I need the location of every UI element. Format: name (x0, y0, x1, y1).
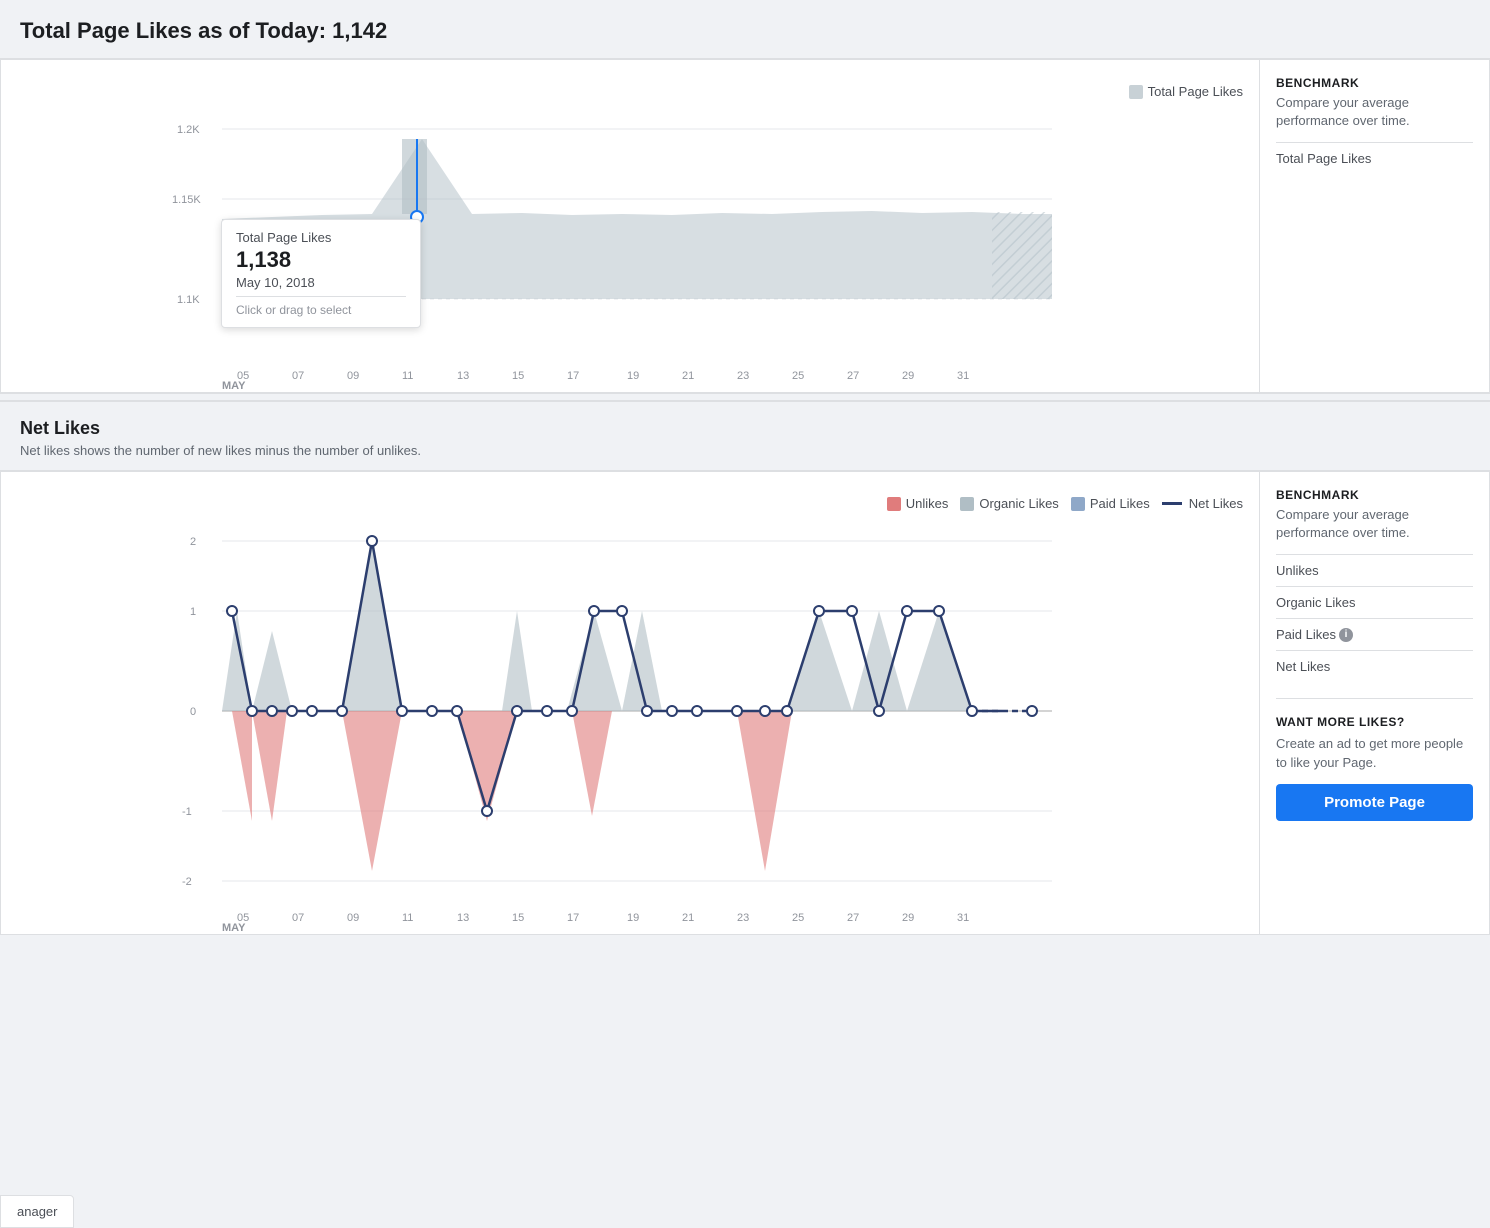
net-likes-svg[interactable]: 2 1 0 -1 -2 05 07 09 11 13 15 17 19 21 2… (1, 511, 1243, 931)
legend-paid-likes: Paid Likes (1071, 496, 1150, 511)
svg-text:21: 21 (682, 912, 694, 924)
svg-text:11: 11 (402, 912, 413, 924)
page-title: Total Page Likes as of Today: 1,142 (20, 18, 1470, 44)
svg-text:07: 07 (292, 370, 304, 382)
total-likes-svg-wrapper[interactable]: 1.2K 1.15K 1.1K 05 07 09 11 13 15 17 19 … (1, 99, 1243, 392)
promote-description: Create an ad to get more people to like … (1276, 735, 1473, 771)
svg-text:23: 23 (737, 370, 749, 382)
net-likes-section: Unlikes Organic Likes Paid Likes Net Lik… (0, 471, 1490, 935)
legend-unlikes: Unlikes (887, 496, 949, 511)
benchmark2-link-unlikes[interactable]: Unlikes (1276, 554, 1473, 586)
svg-text:25: 25 (792, 370, 804, 382)
svg-text:25: 25 (792, 912, 804, 924)
svg-text:09: 09 (347, 370, 359, 382)
svg-text:23: 23 (737, 912, 749, 924)
chart2-legend: Unlikes Organic Likes Paid Likes Net Lik… (1, 488, 1243, 511)
svg-text:0: 0 (190, 706, 196, 718)
benchmark2-title: BENCHMARK (1276, 488, 1473, 502)
benchmark1-sidebar: BENCHMARK Compare your average performan… (1259, 60, 1489, 392)
benchmark2-link-net-likes[interactable]: Net Likes (1276, 650, 1473, 682)
svg-text:15: 15 (512, 370, 524, 382)
svg-text:2: 2 (190, 536, 196, 548)
svg-text:1.15K: 1.15K (172, 194, 201, 206)
net-likes-chart-area[interactable]: Unlikes Organic Likes Paid Likes Net Lik… (1, 472, 1259, 934)
legend-label-net: Net Likes (1189, 496, 1243, 511)
section-divider (0, 393, 1490, 401)
benchmark2-sidebar: BENCHMARK Compare your average performan… (1259, 472, 1489, 934)
svg-text:13: 13 (457, 912, 469, 924)
benchmark1-desc: Compare your average performance over ti… (1276, 94, 1473, 130)
legend-label-organic: Organic Likes (979, 496, 1058, 511)
svg-text:MAY: MAY (222, 380, 246, 389)
svg-text:07: 07 (292, 912, 304, 924)
net-likes-svg-wrapper[interactable]: 2 1 0 -1 -2 05 07 09 11 13 15 17 19 21 2… (1, 511, 1243, 934)
paid-likes-info-icon[interactable]: i (1339, 628, 1353, 642)
total-likes-section: Total Page Likes 1.2K 1.15K 1.1K 05 07 (0, 59, 1490, 393)
promote-title: WANT MORE LIKES? (1276, 715, 1473, 729)
benchmark1-title: BENCHMARK (1276, 76, 1473, 90)
svg-text:31: 31 (957, 912, 969, 924)
svg-text:-2: -2 (182, 876, 192, 888)
svg-text:15: 15 (512, 912, 524, 924)
svg-text:1.2K: 1.2K (177, 124, 200, 136)
total-likes-svg[interactable]: 1.2K 1.15K 1.1K 05 07 09 11 13 15 17 19 … (1, 99, 1243, 389)
svg-text:13: 13 (457, 370, 469, 382)
svg-text:09: 09 (347, 912, 359, 924)
chart1-legend: Total Page Likes (1, 76, 1243, 99)
legend-swatch-total (1129, 85, 1143, 99)
legend-line-net (1162, 502, 1182, 505)
net-likes-title: Net Likes (20, 418, 1470, 439)
legend-swatch-paid (1071, 497, 1085, 511)
legend-swatch-organic (960, 497, 974, 511)
svg-text:-1: -1 (182, 806, 192, 818)
svg-text:27: 27 (847, 912, 859, 924)
legend-swatch-unlikes (887, 497, 901, 511)
total-likes-chart-area[interactable]: Total Page Likes 1.2K 1.15K 1.1K 05 07 (1, 60, 1259, 392)
legend-label-paid: Paid Likes (1090, 496, 1150, 511)
svg-text:1: 1 (190, 606, 196, 618)
svg-text:31: 31 (957, 370, 969, 382)
paid-likes-label: Paid Likes (1276, 627, 1336, 642)
legend-label-unlikes: Unlikes (906, 496, 949, 511)
svg-text:11: 11 (402, 370, 413, 382)
promote-box: WANT MORE LIKES? Create an ad to get mor… (1276, 698, 1473, 820)
svg-text:17: 17 (567, 370, 579, 382)
net-likes-description: Net likes shows the number of new likes … (20, 443, 1470, 458)
svg-text:MAY: MAY (222, 922, 246, 931)
benchmark2-desc: Compare your average performance over ti… (1276, 506, 1473, 542)
manager-label: anager (17, 1204, 57, 1219)
svg-text:17: 17 (567, 912, 579, 924)
svg-text:27: 27 (847, 370, 859, 382)
svg-text:21: 21 (682, 370, 694, 382)
benchmark2-link-organic-likes[interactable]: Organic Likes (1276, 586, 1473, 618)
benchmark1-link-total-page-likes[interactable]: Total Page Likes (1276, 142, 1473, 174)
legend-total-page-likes: Total Page Likes (1129, 84, 1243, 99)
legend-label-total: Total Page Likes (1148, 84, 1243, 99)
net-likes-header: Net Likes Net likes shows the number of … (0, 401, 1490, 471)
manager-bar: anager (0, 1195, 74, 1228)
benchmark2-link-paid-likes[interactable]: Paid Likes i (1276, 618, 1473, 650)
total-likes-chart-section: Total Page Likes 1.2K 1.15K 1.1K 05 07 (1, 60, 1489, 392)
legend-organic-likes: Organic Likes (960, 496, 1058, 511)
legend-net-likes: Net Likes (1162, 496, 1243, 511)
page-header: Total Page Likes as of Today: 1,142 (0, 0, 1490, 59)
svg-text:19: 19 (627, 912, 639, 924)
svg-text:1.1K: 1.1K (177, 294, 200, 306)
svg-text:29: 29 (902, 912, 914, 924)
svg-text:19: 19 (627, 370, 639, 382)
net-likes-chart-section: Unlikes Organic Likes Paid Likes Net Lik… (1, 472, 1489, 934)
promote-page-button[interactable]: Promote Page (1276, 784, 1473, 821)
svg-text:29: 29 (902, 370, 914, 382)
